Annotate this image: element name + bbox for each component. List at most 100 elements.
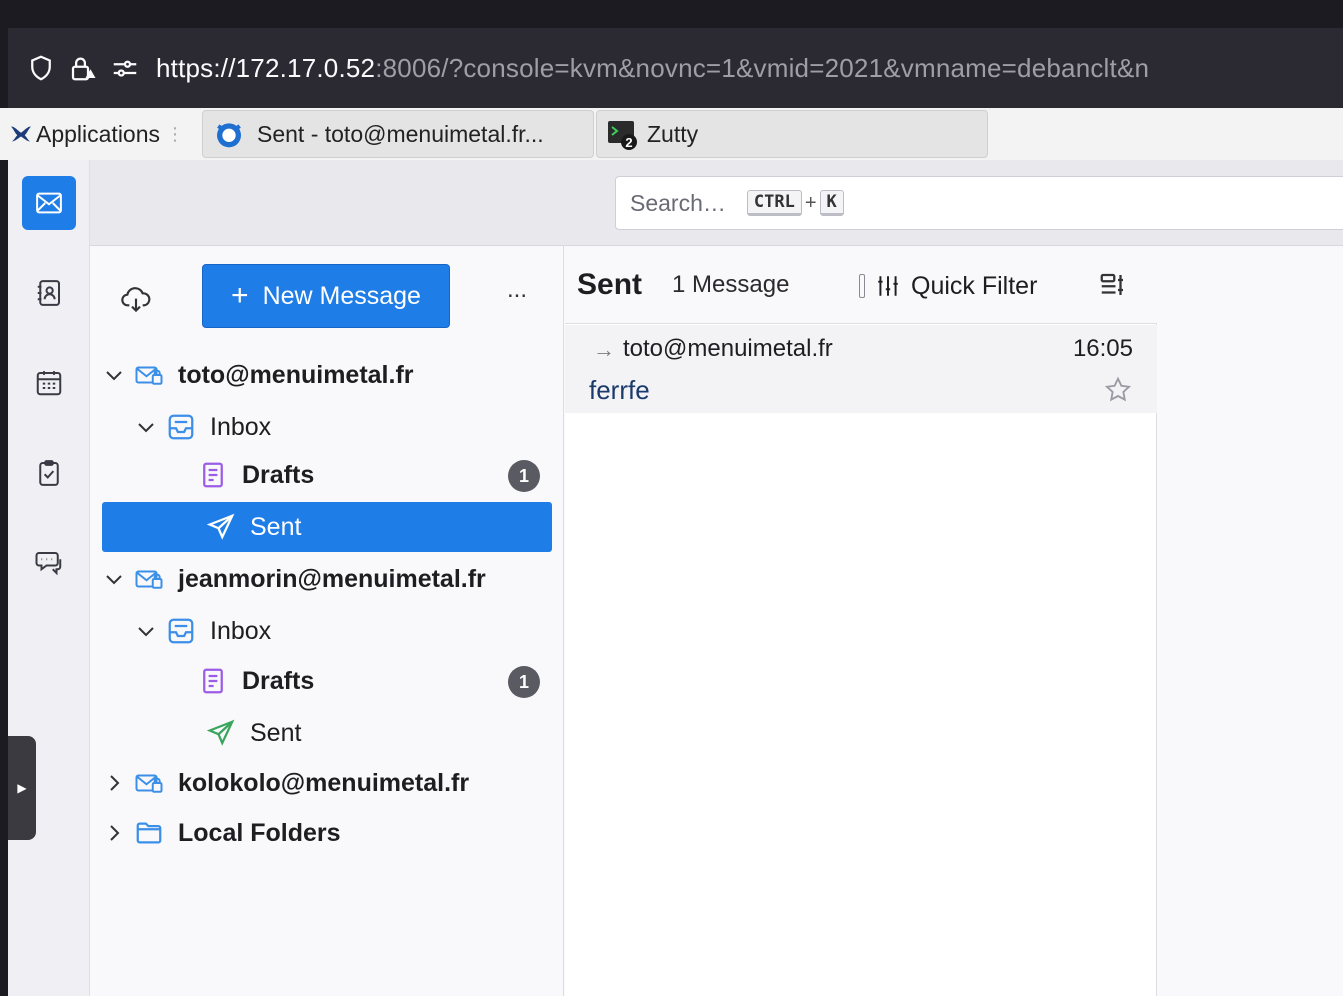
spaces-toggle-button[interactable]: ▶ [8, 736, 36, 840]
star-icon[interactable] [1103, 375, 1133, 405]
message-time: 16:05 [1072, 335, 1133, 362]
sent-icon [206, 512, 236, 542]
shortcut-key-ctrl: CTRL [746, 190, 802, 216]
account-jeanmorin[interactable]: jeanmorin@menuimetal.fr [102, 554, 552, 604]
chevron-down-icon[interactable] [134, 415, 158, 439]
thread-pane: Sent 1 Message Quick Filter → toto@menui… [565, 246, 1157, 996]
taskbar-window-label: Sent - toto@menuimetal.fr... [257, 120, 544, 147]
browser-url-bar[interactable]: https://172.17.0.52:8006/?console=kvm&no… [8, 28, 1343, 108]
message-row[interactable]: → toto@menuimetal.fr 16:05 ferrfe [565, 325, 1157, 413]
folder-drafts[interactable]: Drafts 1 [102, 450, 552, 500]
terminal-icon: 2 [607, 118, 639, 150]
permissions-icon[interactable] [110, 53, 140, 83]
shortcut-key-k: K [819, 190, 844, 216]
shortcut-plus: + [804, 191, 817, 214]
search-placeholder: Search… [630, 189, 726, 216]
insecure-lock-icon[interactable] [68, 53, 98, 83]
calendar-icon [34, 368, 64, 398]
applications-menu[interactable]: Applications ⋮ [0, 110, 200, 158]
unread-count-badge: 1 [508, 666, 540, 698]
folder-sent[interactable]: Sent [102, 502, 552, 552]
tasks-icon [34, 458, 64, 488]
unread-count-badge: 1 [508, 460, 540, 492]
folder-sent[interactable]: Sent [102, 708, 552, 758]
chevron-down-icon[interactable] [102, 363, 126, 387]
account-name: kolokolo@menuimetal.fr [178, 768, 470, 797]
folder-drafts[interactable]: Drafts 1 [102, 656, 552, 706]
local-folders[interactable]: Local Folders [102, 808, 552, 858]
folder-label: Drafts [242, 666, 315, 695]
sent-icon [206, 718, 236, 748]
display-options-icon[interactable] [1098, 270, 1128, 300]
folder-pane-menu-button[interactable]: ... [502, 278, 532, 310]
folder-label: Sent [250, 718, 302, 747]
thread-pane-header: Sent 1 Message Quick Filter [565, 246, 1157, 324]
address-book-icon [34, 278, 64, 308]
get-messages-icon[interactable] [120, 284, 152, 316]
account-name: toto@menuimetal.fr [178, 360, 414, 389]
account-mail-icon [134, 768, 164, 798]
current-folder-title: Sent [577, 267, 643, 301]
chevron-right-icon[interactable] [102, 821, 126, 845]
folder-icon [134, 818, 164, 848]
quick-filter-toggle[interactable] [859, 274, 865, 298]
tasks-space-button[interactable] [22, 446, 76, 500]
folder-label: Drafts [242, 460, 315, 489]
desktop-taskbar: Applications ⋮ Sent - toto@menuimetal.fr… [0, 108, 1343, 160]
new-message-button[interactable]: + New Message [202, 264, 450, 328]
unified-toolbar: Search… CTRL + K [90, 160, 1343, 246]
account-toto[interactable]: toto@menuimetal.fr [102, 350, 552, 400]
url-path: :8006/?console=kvm&novnc=1&vmid=2021&vmn… [375, 52, 1150, 83]
shield-icon[interactable] [26, 53, 56, 83]
message-preview-pane [1158, 246, 1343, 996]
folder-label: Inbox [210, 616, 272, 645]
global-search-input[interactable]: Search… CTRL + K [615, 176, 1343, 230]
message-count: 1 Message [672, 270, 790, 298]
url-text[interactable]: https://172.17.0.52:8006/?console=kvm&no… [156, 53, 1149, 84]
mail-space-button[interactable] [22, 176, 76, 230]
outgoing-arrow-icon: → [593, 337, 615, 362]
folder-inbox[interactable]: Inbox [102, 402, 552, 452]
spaces-toolbar: ▶ [8, 160, 90, 996]
message-subject: ferrfe [589, 375, 650, 405]
window-top-edge [0, 0, 1343, 8]
chat-icon [34, 548, 64, 578]
chevron-down-icon[interactable] [134, 619, 158, 643]
inbox-icon [166, 616, 196, 646]
drafts-icon [198, 666, 228, 696]
taskbar-window-label: Zutty [647, 120, 699, 147]
chat-space-button[interactable] [22, 536, 76, 590]
xfce-logo-icon [6, 119, 36, 149]
account-name: jeanmorin@menuimetal.fr [178, 564, 486, 593]
filter-sliders-icon [875, 273, 901, 299]
folder-label: Local Folders [178, 818, 341, 847]
thunderbird-window: ▶ Search… CTRL + K + New Message ... tot… [8, 160, 1343, 996]
quick-filter-button[interactable]: Quick Filter [859, 268, 1037, 304]
folder-label: Inbox [210, 412, 272, 441]
window-count-badge: 2 [625, 135, 632, 150]
calendar-space-button[interactable] [22, 356, 76, 410]
account-kolokolo[interactable]: kolokolo@menuimetal.fr [102, 758, 552, 808]
chevron-down-icon[interactable] [102, 567, 126, 591]
url-host: https://172.17.0.52 [156, 52, 376, 83]
inbox-icon [166, 412, 196, 442]
grip-icon: ⋮ [166, 123, 185, 144]
plus-icon: + [231, 279, 249, 312]
thunderbird-icon [213, 118, 245, 150]
account-mail-icon [134, 360, 164, 390]
message-recipient: toto@menuimetal.fr [623, 335, 833, 362]
quick-filter-label: Quick Filter [911, 271, 1038, 300]
address-book-space-button[interactable] [22, 266, 76, 320]
new-message-label: New Message [262, 281, 421, 310]
applications-label: Applications [36, 120, 161, 147]
play-arrow-icon: ▶ [17, 781, 27, 795]
drafts-icon [198, 460, 228, 490]
chevron-right-icon[interactable] [102, 771, 126, 795]
account-mail-icon [134, 564, 164, 594]
folder-inbox[interactable]: Inbox [102, 606, 552, 656]
folder-pane: + New Message ... toto@menuimetal.fr Inb… [90, 246, 564, 996]
taskbar-window-zutty[interactable]: 2 Zutty [596, 110, 988, 158]
mail-icon [34, 188, 64, 218]
taskbar-window-thunderbird[interactable]: Sent - toto@menuimetal.fr... [202, 110, 594, 158]
folder-label: Sent [250, 512, 302, 541]
